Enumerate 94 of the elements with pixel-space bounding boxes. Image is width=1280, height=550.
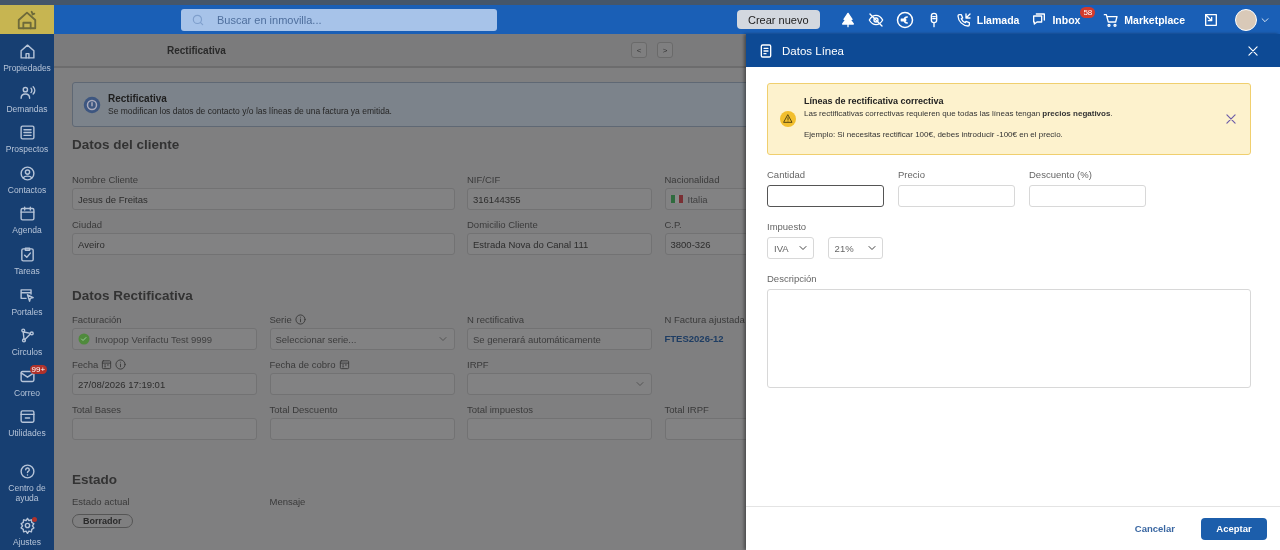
- sidebar-item[interactable]: Tareas: [0, 244, 54, 286]
- user-circle-icon: [18, 164, 36, 182]
- notice-text: Se modifican los datos de contacto y/o las líneas de una factura ya emitida.: [108, 106, 392, 116]
- count-badge: 99+: [29, 364, 48, 374]
- calendar-icon: [18, 205, 36, 223]
- house-icon: [18, 43, 36, 60]
- toolbar-inbox-button[interactable]: Inbox: [1031, 11, 1081, 28]
- select-field[interactable]: 21%: [827, 237, 883, 259]
- house-icon: [16, 8, 38, 31]
- section-title: Datos del cliente: [72, 137, 181, 152]
- sidebar-item[interactable]: Centro de ayuda: [0, 462, 54, 516]
- field-label: NIF/CIF: [467, 173, 501, 185]
- field-label: Nombre Cliente: [72, 173, 138, 185]
- field-label: C.P.: [664, 218, 682, 230]
- search-field[interactable]: Buscar en inmovilla...: [181, 8, 497, 31]
- pager-button[interactable]: <: [631, 42, 647, 58]
- field-label: N Factura ajustada: [664, 313, 745, 325]
- input-field[interactable]: 316144355: [467, 188, 652, 210]
- field-label: Descuento (%): [1029, 169, 1093, 180]
- field-label: Descripción: [767, 273, 818, 284]
- input-field[interactable]: Estrada Nova do Canal 111: [467, 233, 652, 255]
- alert-text: Las rectificativas correctivas requieren que todas las líneas tengan precios negativos.: [804, 109, 1114, 118]
- sidebar-item[interactable]: Demandas: [0, 82, 54, 124]
- select-field[interactable]: IVA: [767, 237, 814, 259]
- eye-off-icon[interactable]: [867, 11, 884, 28]
- drawer-title: Datos Línea: [782, 44, 844, 57]
- warning-icon: [780, 111, 796, 127]
- input-field[interactable]: Jesus de Freitas: [72, 188, 455, 210]
- sidebar-item[interactable]: Utilidades: [0, 407, 54, 448]
- sidebar-item[interactable]: Agenda: [0, 204, 54, 245]
- field-label: Impuesto: [767, 221, 808, 232]
- sidebar-item[interactable]: Propiedades: [0, 42, 54, 83]
- field-label: Mensaje: [269, 495, 306, 507]
- cart-icon: [1103, 11, 1120, 28]
- field-label: Facturación: [72, 313, 122, 325]
- box-icon: [18, 408, 36, 426]
- field-label: Fecha de cobro: [269, 358, 336, 370]
- flag-icon: [670, 195, 683, 203]
- clipboard-check-icon: [18, 245, 36, 263]
- field-label: Ciudad: [72, 218, 103, 230]
- field-label: Cantidad: [767, 169, 807, 180]
- sidebar-item[interactable]: Ajustes: [0, 516, 54, 550]
- field-label: Total Bases: [72, 403, 122, 415]
- chat-icon: [1031, 11, 1048, 28]
- field-label: IRPF: [467, 358, 489, 370]
- field-label: N rectificativa: [467, 313, 524, 325]
- tree-icon[interactable]: [839, 11, 856, 28]
- alert-example: Ejemplo: Si necesitas rectificar 100€, debes introducir -100€ en el precio.: [804, 130, 1064, 139]
- info-icon: [83, 95, 101, 114]
- notice-title: Rectificativa: [108, 93, 168, 104]
- alert-title: Líneas de rectificativa correctiva: [804, 96, 945, 106]
- exit-icon[interactable]: [1203, 11, 1219, 28]
- field-label: Total IRPF: [664, 403, 709, 415]
- logo[interactable]: [0, 5, 54, 34]
- field-label: Estado actual: [72, 495, 130, 507]
- field-label: Precio: [898, 169, 926, 180]
- field-label: Total impuestos: [467, 403, 533, 415]
- select-field[interactable]: [467, 373, 652, 395]
- input-field[interactable]: Aveiro: [72, 233, 455, 255]
- section-title: Datos Rectificativa: [72, 288, 194, 303]
- sidebar-item[interactable]: 99+ Correo: [0, 366, 54, 408]
- field-label: Fecha: [72, 358, 99, 370]
- settings-icon: [18, 517, 36, 534]
- person-signal-icon: [18, 83, 36, 101]
- field-label: Serie: [269, 313, 292, 325]
- close-icon[interactable]: [1224, 112, 1238, 126]
- avatar[interactable]: [1235, 8, 1257, 31]
- sidebar-item[interactable]: Prospectos: [0, 123, 54, 164]
- sidebar-item[interactable]: Portales: [0, 285, 54, 327]
- window-cursor-icon: [18, 286, 36, 304]
- search-icon: [191, 12, 205, 27]
- sidebar-item[interactable]: Circulos: [0, 326, 54, 367]
- input-field[interactable]: [767, 185, 884, 207]
- sidebar-item[interactable]: Contactos: [0, 163, 54, 205]
- phone-icon: [955, 11, 972, 28]
- check-circle-icon: [78, 333, 90, 345]
- toolbar-marketplace-button[interactable]: Marketplace: [1103, 11, 1185, 28]
- accept-button[interactable]: Aceptar: [1201, 517, 1267, 540]
- field-label: Domicilio Cliente: [467, 218, 538, 230]
- close-icon[interactable]: [1246, 43, 1260, 58]
- create-button[interactable]: Crear nuevo: [736, 10, 820, 29]
- list-icon: [18, 124, 36, 142]
- field-label: Nacionalidad: [664, 173, 720, 185]
- field-label: Total Descuento: [269, 403, 338, 415]
- input-field[interactable]: 27/08/2026 17:19:01: [72, 373, 257, 395]
- toolbar-call-button[interactable]: Llamada: [955, 11, 1020, 28]
- pager-button[interactable]: >: [657, 42, 673, 58]
- breadcrumb-current: Rectificativa: [167, 44, 226, 56]
- nodes-icon: [18, 327, 36, 345]
- cancel-button[interactable]: Cancelar: [1134, 523, 1175, 534]
- count-badge: 58: [1080, 7, 1096, 18]
- input-field[interactable]: 3800-326: [664, 233, 746, 255]
- section-title: Estado: [72, 472, 118, 487]
- document-icon: [758, 42, 774, 59]
